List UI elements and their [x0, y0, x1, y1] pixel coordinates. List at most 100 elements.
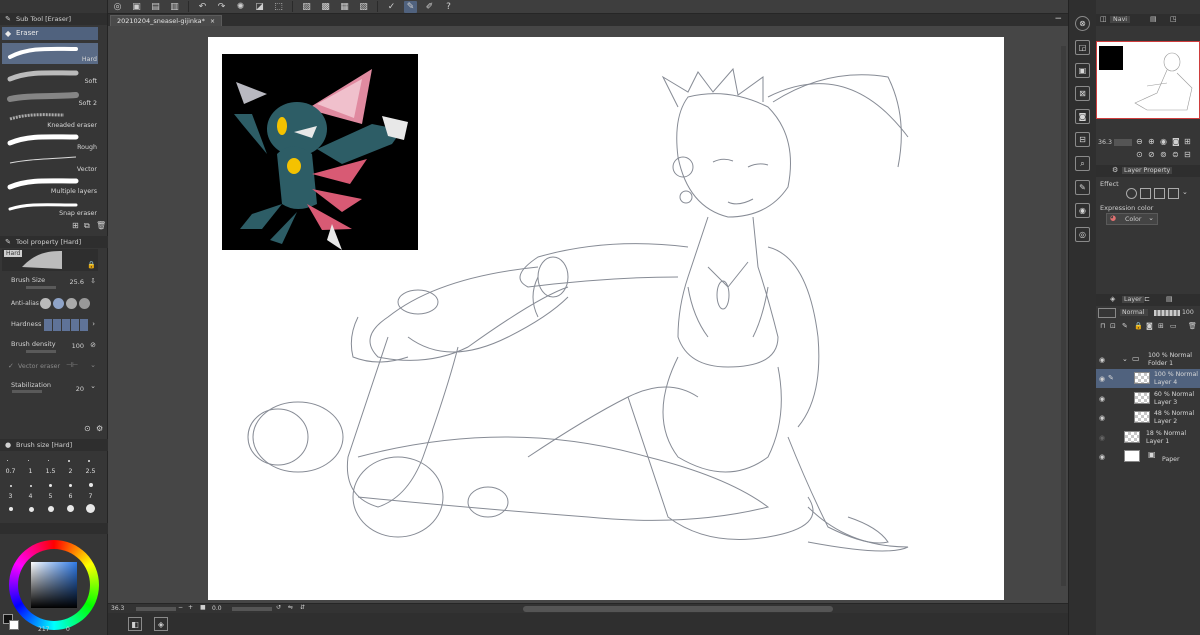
camera-icon[interactable]: ◙: [1075, 109, 1090, 124]
pen-mode-icon[interactable]: ✎: [404, 0, 417, 13]
chevron-right-icon[interactable]: ›: [92, 320, 95, 328]
vector-eraser-row[interactable]: ✓ Vector eraser ⊣⊢ ⌄: [2, 358, 98, 378]
watercolor-effect-icon[interactable]: [1140, 188, 1151, 199]
size-dot[interactable]: [89, 483, 93, 487]
fit-window-icon[interactable]: ◙: [1172, 137, 1180, 146]
chevron-down-icon[interactable]: ⌄: [90, 361, 96, 369]
copy-icon[interactable]: ⧉: [84, 221, 90, 231]
antialias-weak-option[interactable]: [53, 298, 64, 309]
timeline-icon[interactable]: ▤: [1166, 295, 1173, 303]
loading-icon[interactable]: ✺: [234, 1, 247, 13]
mask-icon[interactable]: ◙: [1146, 322, 1153, 330]
color-wheel[interactable]: [9, 540, 99, 630]
eye-icon[interactable]: ◉: [1099, 375, 1105, 383]
material-icon[interactable]: ⊗: [1075, 16, 1090, 31]
fullscreen-icon[interactable]: ⊞: [1184, 137, 1191, 146]
zoom-value[interactable]: 36.3: [111, 605, 124, 612]
brush-density-row[interactable]: Brush density 100 ⊘: [2, 337, 98, 357]
snap-special-icon[interactable]: ▧: [357, 1, 370, 13]
canvas-paper[interactable]: [208, 37, 1004, 600]
navigator-zoom-slider[interactable]: [1114, 139, 1132, 146]
lock-icon[interactable]: 🔒: [87, 261, 96, 269]
info-icon[interactable]: ◳: [1170, 15, 1177, 23]
hardness-step[interactable]: [71, 319, 79, 331]
size-label[interactable]: 0.7: [1, 468, 20, 475]
blend-mode-select[interactable]: Normal: [1120, 309, 1148, 316]
hardness-step[interactable]: [62, 319, 70, 331]
eye-icon[interactable]: ◉: [1099, 434, 1105, 442]
antialias-none-option[interactable]: [40, 298, 51, 309]
navigator-preview[interactable]: [1096, 41, 1200, 119]
tone-effect-icon[interactable]: [1168, 188, 1179, 199]
duplicate-icon[interactable]: ⊞: [72, 221, 79, 230]
expression-color-select[interactable]: ◕ Color ⌄: [1106, 213, 1158, 225]
rotate-icon[interactable]: ⊙: [1136, 150, 1143, 159]
open-icon[interactable]: ▥: [168, 1, 181, 13]
layer-panel-title[interactable]: Layer: [1122, 296, 1144, 303]
brush-item-soft2[interactable]: Soft 2: [2, 87, 98, 108]
vector-eraser-mode-icon[interactable]: ⊣⊢: [66, 361, 78, 369]
rotate-reset-icon[interactable]: ↺: [276, 604, 281, 611]
layer-icon[interactable]: ◲: [1075, 40, 1090, 55]
layer-row-folder[interactable]: ◉ ⌄ ▭ 100 % Normal Folder 1: [1096, 350, 1200, 369]
save-icon[interactable]: ▤: [149, 1, 162, 13]
size-dot[interactable]: [67, 505, 74, 512]
brush-item-rough[interactable]: Rough: [2, 131, 98, 152]
eraser-group-tab[interactable]: Eraser: [2, 27, 98, 40]
undo-icon[interactable]: ↶: [196, 1, 209, 13]
rotation-value[interactable]: 0.0: [212, 605, 222, 612]
layer-row-layer4[interactable]: ◉ ✎ 100 % Normal Layer 4: [1096, 369, 1200, 388]
rotation-slider[interactable]: [232, 607, 272, 611]
zoom-out-icon[interactable]: −: [178, 604, 183, 611]
size-dot[interactable]: [68, 460, 70, 462]
stabilization-row[interactable]: Stabilization 20 ⌄: [2, 378, 98, 398]
border-effect-icon[interactable]: [1126, 188, 1137, 199]
brush-size-row[interactable]: Brush Size 25.6 ⇩: [2, 273, 98, 293]
size-dot[interactable]: [29, 507, 34, 512]
size-label[interactable]: 6: [61, 493, 80, 500]
hardness-bar[interactable]: [44, 319, 88, 331]
new-layer-icon[interactable]: ⊞: [1158, 322, 1164, 330]
edit-icon[interactable]: ✎: [1075, 180, 1090, 195]
size-dot[interactable]: [9, 507, 13, 511]
navigator-zoom-value[interactable]: 36.3: [1098, 139, 1112, 146]
fill-icon[interactable]: ◪: [253, 1, 266, 13]
menu-icon[interactable]: ◎: [111, 1, 124, 13]
hardness-step[interactable]: [44, 319, 52, 331]
flip-icon[interactable]: ⊜: [1172, 150, 1179, 159]
size-dot[interactable]: [28, 460, 29, 461]
size-label[interactable]: 7: [81, 493, 100, 500]
layer-row-layer1[interactable]: ◉ 18 % Normal Layer 1: [1096, 428, 1200, 447]
eye-icon[interactable]: ◉: [1099, 414, 1105, 422]
minimize-icon[interactable]: −: [1054, 14, 1062, 24]
snap-ruler-icon[interactable]: ▨: [300, 1, 313, 13]
layer-row-layer3[interactable]: ◉ 60 % Normal Layer 3: [1096, 389, 1200, 408]
history-icon[interactable]: ⊟: [1075, 132, 1090, 147]
size-label[interactable]: 5: [41, 493, 60, 500]
wrench-settings-icon[interactable]: ⚙: [96, 424, 103, 433]
document-tab[interactable]: 20210204_sneasel-gijinka* ×: [110, 15, 223, 26]
antialias-options[interactable]: [40, 298, 90, 309]
snap-grid-icon[interactable]: ▩: [319, 1, 332, 13]
size-label[interactable]: 1: [21, 468, 40, 475]
hardness-row[interactable]: Hardness ›: [2, 317, 98, 337]
brush-item-vector[interactable]: Vector: [2, 153, 98, 174]
extract-line-icon[interactable]: [1154, 188, 1165, 199]
brush-size-icon[interactable]: ⇩: [90, 277, 96, 285]
opacity-slider[interactable]: [1154, 310, 1180, 316]
quick-access-icon[interactable]: ◉: [1075, 203, 1090, 218]
antialias-strong-option[interactable]: [79, 298, 90, 309]
draft-icon[interactable]: ✎: [1122, 322, 1128, 330]
subview-icon[interactable]: ▤: [1150, 15, 1157, 23]
hardness-step[interactable]: [53, 319, 61, 331]
close-icon[interactable]: ×: [210, 18, 215, 25]
layerprop-title[interactable]: Layer Property: [1122, 167, 1173, 174]
eye-icon[interactable]: ◉: [1099, 395, 1105, 403]
brush-item-multiple-layers[interactable]: Multiple layers: [2, 175, 98, 196]
brush-size-slider[interactable]: [26, 286, 56, 289]
eye-icon[interactable]: ◉: [1099, 453, 1105, 461]
size-dot[interactable]: [49, 484, 52, 487]
brush-item-kneaded[interactable]: Kneaded eraser: [2, 109, 98, 130]
antialias-row[interactable]: Anti-alias: [2, 295, 98, 315]
delete-layer-icon[interactable]: 🗑: [1188, 322, 1197, 330]
